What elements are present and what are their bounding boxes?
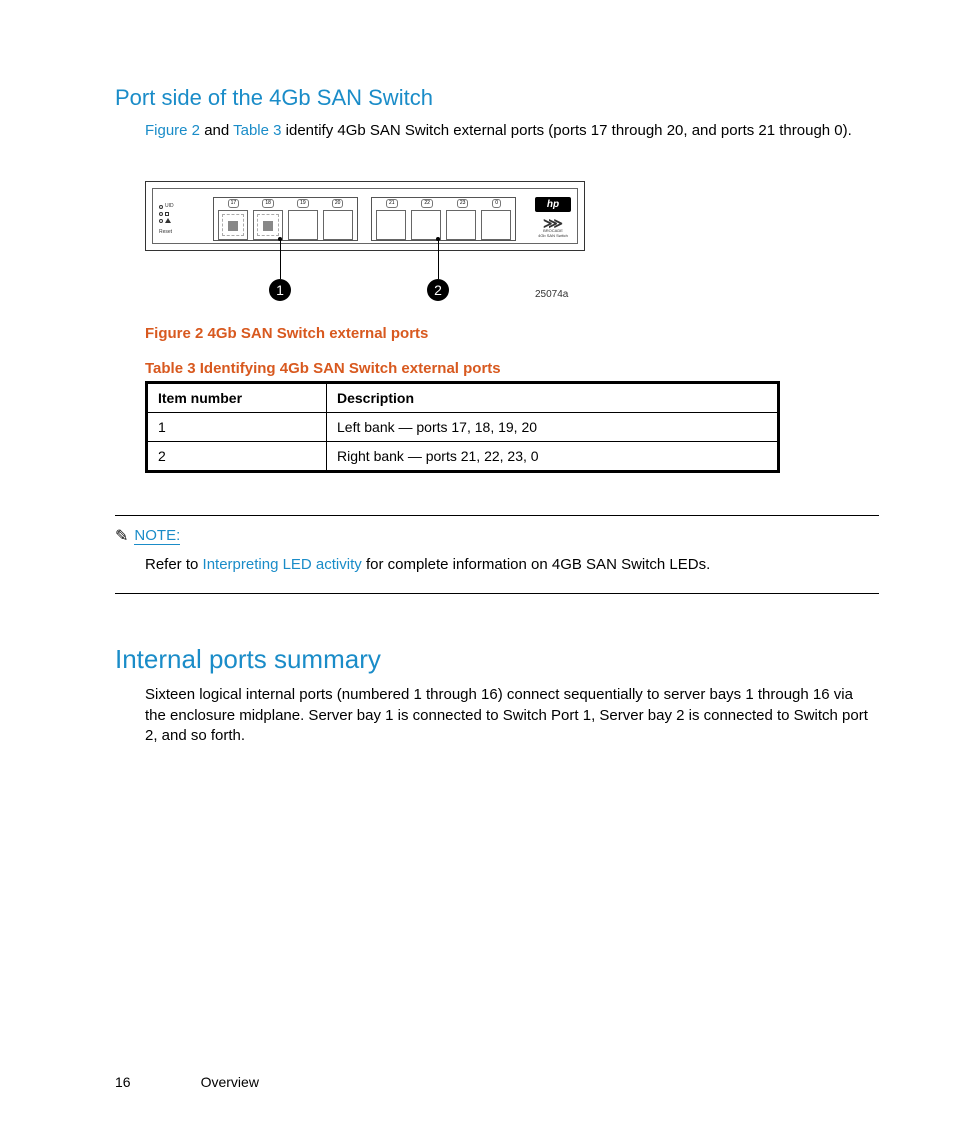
figure-2-caption: Figure 2 4Gb SAN Switch external ports: [145, 325, 879, 342]
port-label-19: 19: [297, 199, 309, 208]
figure-2-diagram: UID Reset 17 18 19 20: [145, 181, 879, 311]
port-label-21: 21: [386, 199, 398, 208]
port-label-23: 23: [457, 199, 469, 208]
td-item: 1: [147, 413, 327, 442]
summary-paragraph: Sixteen logical internal ports (numbered…: [145, 685, 869, 746]
port-slot: [446, 210, 476, 240]
switch-inner: UID Reset 17 18 19 20: [152, 188, 578, 244]
note-icon: ✎: [115, 526, 128, 546]
td-desc: Left bank — ports 17, 18, 19, 20: [327, 413, 779, 442]
port-label-17: 17: [228, 199, 240, 208]
page-number: 16: [115, 1074, 131, 1090]
port-slot: [253, 210, 283, 240]
note-label: NOTE:: [134, 527, 180, 545]
note-text: Refer to Interpreting LED activity for c…: [115, 554, 879, 575]
td-item: 2: [147, 442, 327, 472]
port-group-right: 21 22 23 0: [371, 197, 516, 241]
hp-logo-icon: hp: [535, 197, 571, 212]
note-block: ✎ NOTE: Refer to Interpreting LED activi…: [115, 515, 879, 594]
port-group-left: 17 18 19 20: [213, 197, 358, 241]
callout-2-number: 2: [427, 279, 449, 301]
section-name: Overview: [201, 1074, 259, 1090]
port-slot: [481, 210, 511, 240]
status-led-block: UID Reset: [159, 203, 199, 236]
page-footer: 16 Overview: [115, 1074, 879, 1090]
port-label-0: 0: [492, 199, 501, 208]
intro-paragraph: Figure 2 and Table 3 identify 4Gb SAN Sw…: [145, 121, 869, 141]
intro-mid1: and: [200, 122, 233, 139]
table-3-link[interactable]: Table 3: [233, 122, 281, 139]
interpreting-led-link[interactable]: Interpreting LED activity: [203, 556, 362, 573]
port-label-18: 18: [262, 199, 274, 208]
port-label-20: 20: [332, 199, 344, 208]
port-slot: [323, 210, 353, 240]
figure-id-label: 25074a: [535, 289, 568, 300]
callout-1-line: [280, 239, 281, 279]
th-description: Description: [327, 383, 779, 413]
table-header-row: Item number Description: [147, 383, 779, 413]
port-slot: [288, 210, 318, 240]
th-item-number: Item number: [147, 383, 327, 413]
section-heading-internal-ports: Internal ports summary: [115, 644, 879, 675]
port-label-22: 22: [421, 199, 433, 208]
callout-1-number: 1: [269, 279, 291, 301]
reset-label: Reset: [159, 229, 199, 236]
external-ports-table: Item number Description 1 Left bank — po…: [145, 381, 780, 473]
port-slot: [376, 210, 406, 240]
port-slot: [218, 210, 248, 240]
brocade-label: ⋙ BROCADE 4Gb SAN Switch: [535, 217, 571, 239]
callout-2-line: [438, 239, 439, 279]
table-row: 1 Left bank — ports 17, 18, 19, 20: [147, 413, 779, 442]
td-desc: Right bank — ports 21, 22, 23, 0: [327, 442, 779, 472]
table-3-caption: Table 3 Identifying 4Gb SAN Switch exter…: [145, 360, 879, 377]
figure-2-link[interactable]: Figure 2: [145, 122, 200, 139]
switch-outline: UID Reset 17 18 19 20: [145, 181, 585, 251]
port-slot: [411, 210, 441, 240]
intro-post: identify 4Gb SAN Switch external ports (…: [282, 122, 852, 139]
table-row: 2 Right bank — ports 21, 22, 23, 0: [147, 442, 779, 472]
section-heading-port-side: Port side of the 4Gb SAN Switch: [115, 85, 879, 111]
